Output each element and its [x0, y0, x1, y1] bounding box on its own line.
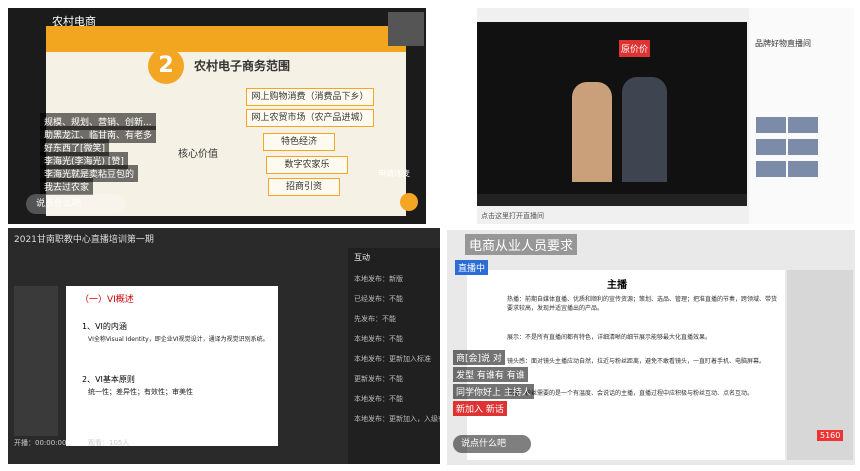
scope-item: 网上购物消费（消费品下乡） — [246, 88, 374, 106]
live-badge: 直播中 — [455, 260, 489, 275]
section1-title: 1、VI的内涵 — [82, 322, 127, 331]
thumbnail[interactable] — [756, 117, 786, 133]
panel-row: 本地发布：更新加入标准 — [354, 355, 431, 363]
scope-item: 网上农贸市场（农产品进城） — [246, 109, 374, 127]
panel-vi-lecture: 2021甘南职教中心直播培训第一期 （一）VI概述 1、VI的内涵 VI全称Vi… — [8, 228, 440, 464]
panel-row: 已经发布：不能 — [354, 295, 403, 303]
thumbnail[interactable] — [788, 161, 818, 177]
player-controls[interactable] — [477, 194, 747, 206]
section2-title: 2、VI基本原则 — [82, 375, 135, 384]
panel-rural-ecommerce: 农村电商 2 农村电子商务范围 核心价值 网上购物消费（消费品下乡） 网上农贸市… — [8, 8, 426, 224]
core-value-label: 核心价值 — [178, 149, 218, 160]
slide1-banner — [46, 26, 406, 52]
panel-row: 本地发布：不能 — [354, 335, 403, 343]
scope-item: 数字农家乐 — [266, 156, 348, 174]
host-figure — [572, 82, 612, 182]
thumbnail[interactable] — [756, 161, 786, 177]
interaction-title: 互动 — [354, 253, 370, 262]
product-overlay: 原价价 — [619, 40, 651, 57]
panel-livestream: 原价价 点击这里打开直播间 品牌好物直播间 — [477, 8, 854, 224]
scope-item: 招商引资 — [268, 178, 340, 196]
viewer-count: 观看：105人 — [88, 439, 130, 447]
para4: 互动：粉丝需要的是一个有温度、会说话的主播，直播过程中应积极与粉丝互动、点名互动… — [507, 390, 754, 397]
host-figure — [622, 77, 667, 182]
scope-item: 特色经济 — [263, 133, 335, 151]
thumbnail[interactable] — [788, 139, 818, 155]
section1-body: VI全称Visual Identity，即企业VI视觉设计，通译为视觉识别系统。 — [88, 336, 269, 343]
para3: 镜头感：面对镜头主播应动自然，拉近与粉丝距离，避免不敢看镜头，一直盯着手机、电脑… — [507, 358, 766, 365]
panel-row: 本地发布：更新加入，入级有 — [354, 415, 440, 423]
sidebar-title: 品牌好物直播间 — [755, 39, 811, 48]
window-title: 2021甘南职教中心直播培训第一期 — [14, 235, 154, 245]
comment-input[interactable]: 说点什么吧 — [453, 435, 531, 453]
chat-tag: 商[会]说 对 — [453, 350, 505, 365]
slide3-header: （一）VI概述 — [80, 295, 134, 305]
para2: 展示：不是所有直播间都有特色，详细清晰的细节展示能够最大化直播效果。 — [507, 334, 712, 341]
chat-tag: 新加入 新话 — [453, 401, 507, 416]
slide1-title: 农村电子商务范围 — [194, 59, 291, 73]
thumbnail[interactable] — [756, 139, 786, 155]
mic-apply-badge[interactable]: 申请连麦 — [378, 168, 410, 179]
bottom-link[interactable]: 点击这里打开直播间 — [481, 211, 544, 221]
interaction-panel: 互动 本地发布：新版 已经发布：不能 先发布：不能 本地发布：不能 本地发布：更… — [348, 248, 440, 464]
slide-thumbnails[interactable] — [14, 286, 58, 436]
chat-message: 我去过农家 — [40, 178, 94, 195]
camera-feed — [388, 12, 424, 46]
panel4-header: 电商从业人员要求 — [465, 234, 578, 255]
panel-ecommerce-requirements: 电商从业人员要求 主播 热播：前期自媒体直播、优质和顺利的宣传资源；策划、选品、… — [447, 230, 855, 465]
chat-tag: 同学你好上 主持人 — [453, 384, 534, 399]
stream-status: 开播：00:00:00 — [14, 439, 67, 447]
thumbnail-grid[interactable] — [755, 116, 825, 201]
thumbnail[interactable] — [788, 117, 818, 133]
para1: 热播：前期自媒体直播、优质和顺利的宣传资源；策划、选品、管理；把准直播的节奏，跨… — [507, 296, 778, 312]
slide3: （一）VI概述 1、VI的内涵 VI全称Visual Identity，即企业V… — [66, 286, 278, 446]
panel-row: 更新发布：不能 — [354, 375, 403, 383]
like-counter: 5160 — [817, 430, 844, 441]
panel-row: 本地发布：新版 — [354, 275, 403, 283]
slide4: 主播 热播：前期自媒体直播、优质和顺利的宣传资源；策划、选品、管理；把准直播的节… — [467, 270, 785, 460]
section2-body: 统一性；差异性；有效性；审美性 — [88, 388, 193, 396]
chat-tag: 发型 有谁有 有谁 — [453, 367, 528, 382]
panel-row: 先发布：不能 — [354, 315, 396, 323]
slide1-number: 2 — [148, 48, 184, 84]
livestream-video: 原价价 — [477, 22, 747, 194]
panel-row: 本地发布：不能 — [354, 395, 403, 403]
like-icon[interactable] — [400, 193, 418, 211]
comment-input[interactable]: 说点什么吧 — [26, 194, 126, 214]
slide4-title: 主播 — [607, 280, 627, 291]
